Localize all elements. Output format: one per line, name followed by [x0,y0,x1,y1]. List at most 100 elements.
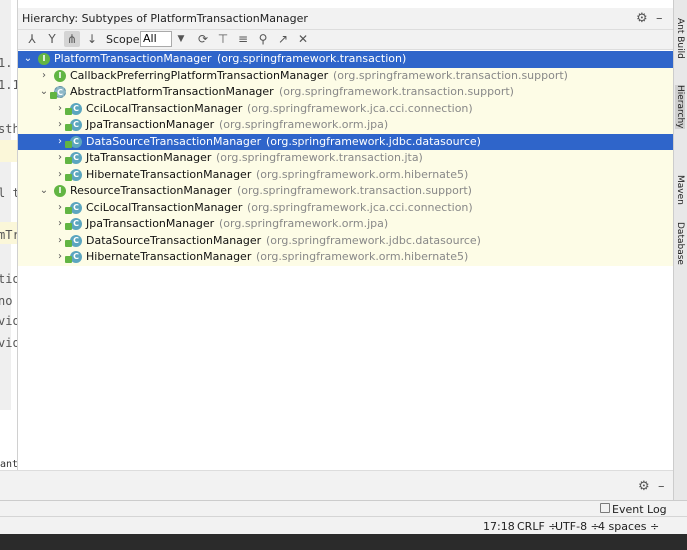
refresh-icon[interactable]: ⟳ [195,31,211,47]
class-icon: C [65,251,82,263]
interface-icon: I [54,185,66,197]
subtype-hierarchy-icon[interactable]: ⋔ [64,31,80,47]
tab-maven[interactable]: Maven [675,175,685,205]
tree-row[interactable]: ⌄ C AbstractPlatformTransactionManager (org… [18,84,673,101]
tab-ant-build[interactable]: Ant Build [675,18,685,59]
editor-text: mTr [0,228,17,242]
tree-row[interactable]: › I CallbackPreferringPlatformTransactionM… [18,67,673,84]
interface-icon: I [38,53,50,65]
chevron-right-icon[interactable]: › [38,68,50,84]
tree-row[interactable]: › C JpaTransactionManager (org.springframew… [18,216,673,233]
tree-row[interactable]: › C HibernateTransactionManager (org.spring… [18,249,673,266]
tree-row-package: (org.springframework.orm.jpa) [219,217,389,230]
gear-icon[interactable]: ⚙ [638,479,650,494]
event-bar: Event Log [0,500,687,516]
class-hierarchy-icon[interactable]: Y [44,31,60,47]
tree-row-package: (org.springframework.transaction.support… [237,184,472,197]
line-separator[interactable]: CRLF ÷ [517,520,558,533]
panel-title: Hierarchy: Subtypes of PlatformTransacti… [22,12,308,25]
tree-row[interactable]: › C JtaTransactionManager (org.springframew… [18,150,673,167]
tree-row[interactable]: ⌄ I PlatformTransactionManager (org.springf… [18,51,673,68]
tree-row-package: (org.springframework.orm.hibernate5) [256,167,469,181]
hierarchy-toolbar: ⅄ Y ⋔ ↓ Scope: All ▼ ⟳ ⊤ ≡ ⚲ ↗ ✕ [18,30,673,50]
tree-row-package: (org.springframework.transaction) [217,52,407,65]
tree-row-package: (org.springframework.transaction.jta) [216,151,423,164]
tree-row-package: (org.springframework.orm.jpa) [219,118,389,131]
tree-row-name: CallbackPreferringPlatformTransactionMan… [70,68,329,82]
minimize-icon[interactable]: – [656,11,663,26]
tree-row-name: CciLocalTransactionManager [86,101,243,115]
close-icon[interactable]: ✕ [295,31,311,47]
collapse-all-icon[interactable]: ≡ [235,31,251,47]
editor-text: vio [0,336,17,350]
chevron-down-icon[interactable]: ▼ [174,31,188,47]
cursor-position[interactable]: 17:18 [483,520,515,533]
file-encoding[interactable]: UTF-8 ÷ [555,520,600,533]
editor-text: no [0,294,13,308]
hierarchy-panel: Hierarchy: Subtypes of PlatformTransacti… [18,0,673,470]
class-icon: C [65,102,82,115]
tree-row-name: DataSourceTransactionManager [86,233,262,247]
tree-row-name: ResourceTransactionManager [70,184,232,197]
tree-row[interactable]: › C DataSourceTransactionManager (org.sprin… [18,232,673,249]
event-log-button[interactable]: Event Log [612,503,667,516]
tree-row-package: (org.springframework.jdbc.datasource) [266,134,481,148]
class-icon: C [65,201,82,214]
tree-row-name: JpaTransactionManager [86,217,215,230]
right-tool-strip: Ant Build Hierarchy Maven Database [673,0,687,510]
tab-database[interactable]: Database [675,222,685,265]
interface-icon: I [54,69,66,82]
tree-row-package: (org.springframework.transaction.support… [333,68,568,82]
tree-row-package: (org.springframework.orm.hibernate5) [256,250,469,263]
status-bar: 17:18 CRLF ÷ UTF-8 ÷ 4 spaces ÷ [0,516,687,534]
class-icon: C [65,234,82,247]
tree-row-name: CciLocalTransactionManager [86,200,243,214]
editor-text: ant() [0,459,18,470]
chevron-down-icon[interactable]: ⌄ [38,84,50,100]
scope-label: Scope: [106,33,144,46]
minimize-icon[interactable]: – [658,479,665,494]
tree-row[interactable]: ⌄ I ResourceTransactionManager (org.springf… [18,183,673,200]
class-icon: C [65,152,82,164]
editor-text: l t [0,186,17,200]
event-log-icon [600,503,610,513]
tab-hierarchy[interactable]: Hierarchy [675,85,685,129]
tree-row-name: HibernateTransactionManager [86,167,252,181]
tree-row[interactable]: › C DataSourceTransactionManager (org.sprin… [18,133,673,150]
tree-row[interactable]: › C CciLocalTransactionManager (org.springf… [18,100,673,117]
tree-row-name: JpaTransactionManager [86,118,215,131]
open-in-new-icon[interactable]: ↗ [275,31,291,47]
os-taskbar [0,534,687,550]
supertype-hierarchy-icon[interactable]: ⅄ [24,31,40,47]
indent-setting[interactable]: 4 spaces ÷ [598,520,659,533]
editor-text: 1.1 [0,78,17,92]
pin-icon[interactable]: ⚲ [255,31,271,47]
scope-dropdown[interactable]: All [140,31,172,47]
tree-row-name: AbstractPlatformTransactionManager [70,85,274,98]
chevron-down-icon[interactable]: ⌄ [38,183,50,199]
editor-text: vio [0,314,17,328]
panel-header: Hierarchy: Subtypes of PlatformTransacti… [18,8,673,30]
class-icon: C [65,119,82,131]
tree-row-package: (org.springframework.jdbc.datasource) [266,233,481,247]
editor-text: 1. [0,56,13,70]
abstract-class-icon: C [50,86,66,99]
tree-row-name: DataSourceTransactionManager [86,134,262,148]
tree-row-package: (org.springframework.jca.cci.connection) [247,200,473,214]
editor-text: tio [0,272,17,286]
editor-fragment: 1. 1.1 sth l t mTr tio no vio vio ant() [0,0,18,470]
tree-row[interactable]: › C JpaTransactionManager (org.springframew… [18,117,673,134]
tree-row-name: JtaTransactionManager [86,151,212,164]
editor-highlight-line [0,140,17,162]
chevron-down-icon[interactable]: ⌄ [22,51,34,67]
tree-row[interactable]: › C CciLocalTransactionManager (org.springf… [18,199,673,216]
tree-row-name: PlatformTransactionManager [54,52,212,65]
sort-alpha-icon[interactable]: ↓ [84,31,100,47]
tree-row-package: (org.springframework.transaction.support… [279,85,514,98]
class-icon: C [65,135,82,148]
tree-row-name: HibernateTransactionManager [86,250,252,263]
autoscroll-icon[interactable]: ⊤ [215,31,231,47]
tree-row[interactable]: › C HibernateTransactionManager (org.spring… [18,166,673,183]
editor-text: sth [0,122,17,136]
gear-icon[interactable]: ⚙ [636,11,648,26]
